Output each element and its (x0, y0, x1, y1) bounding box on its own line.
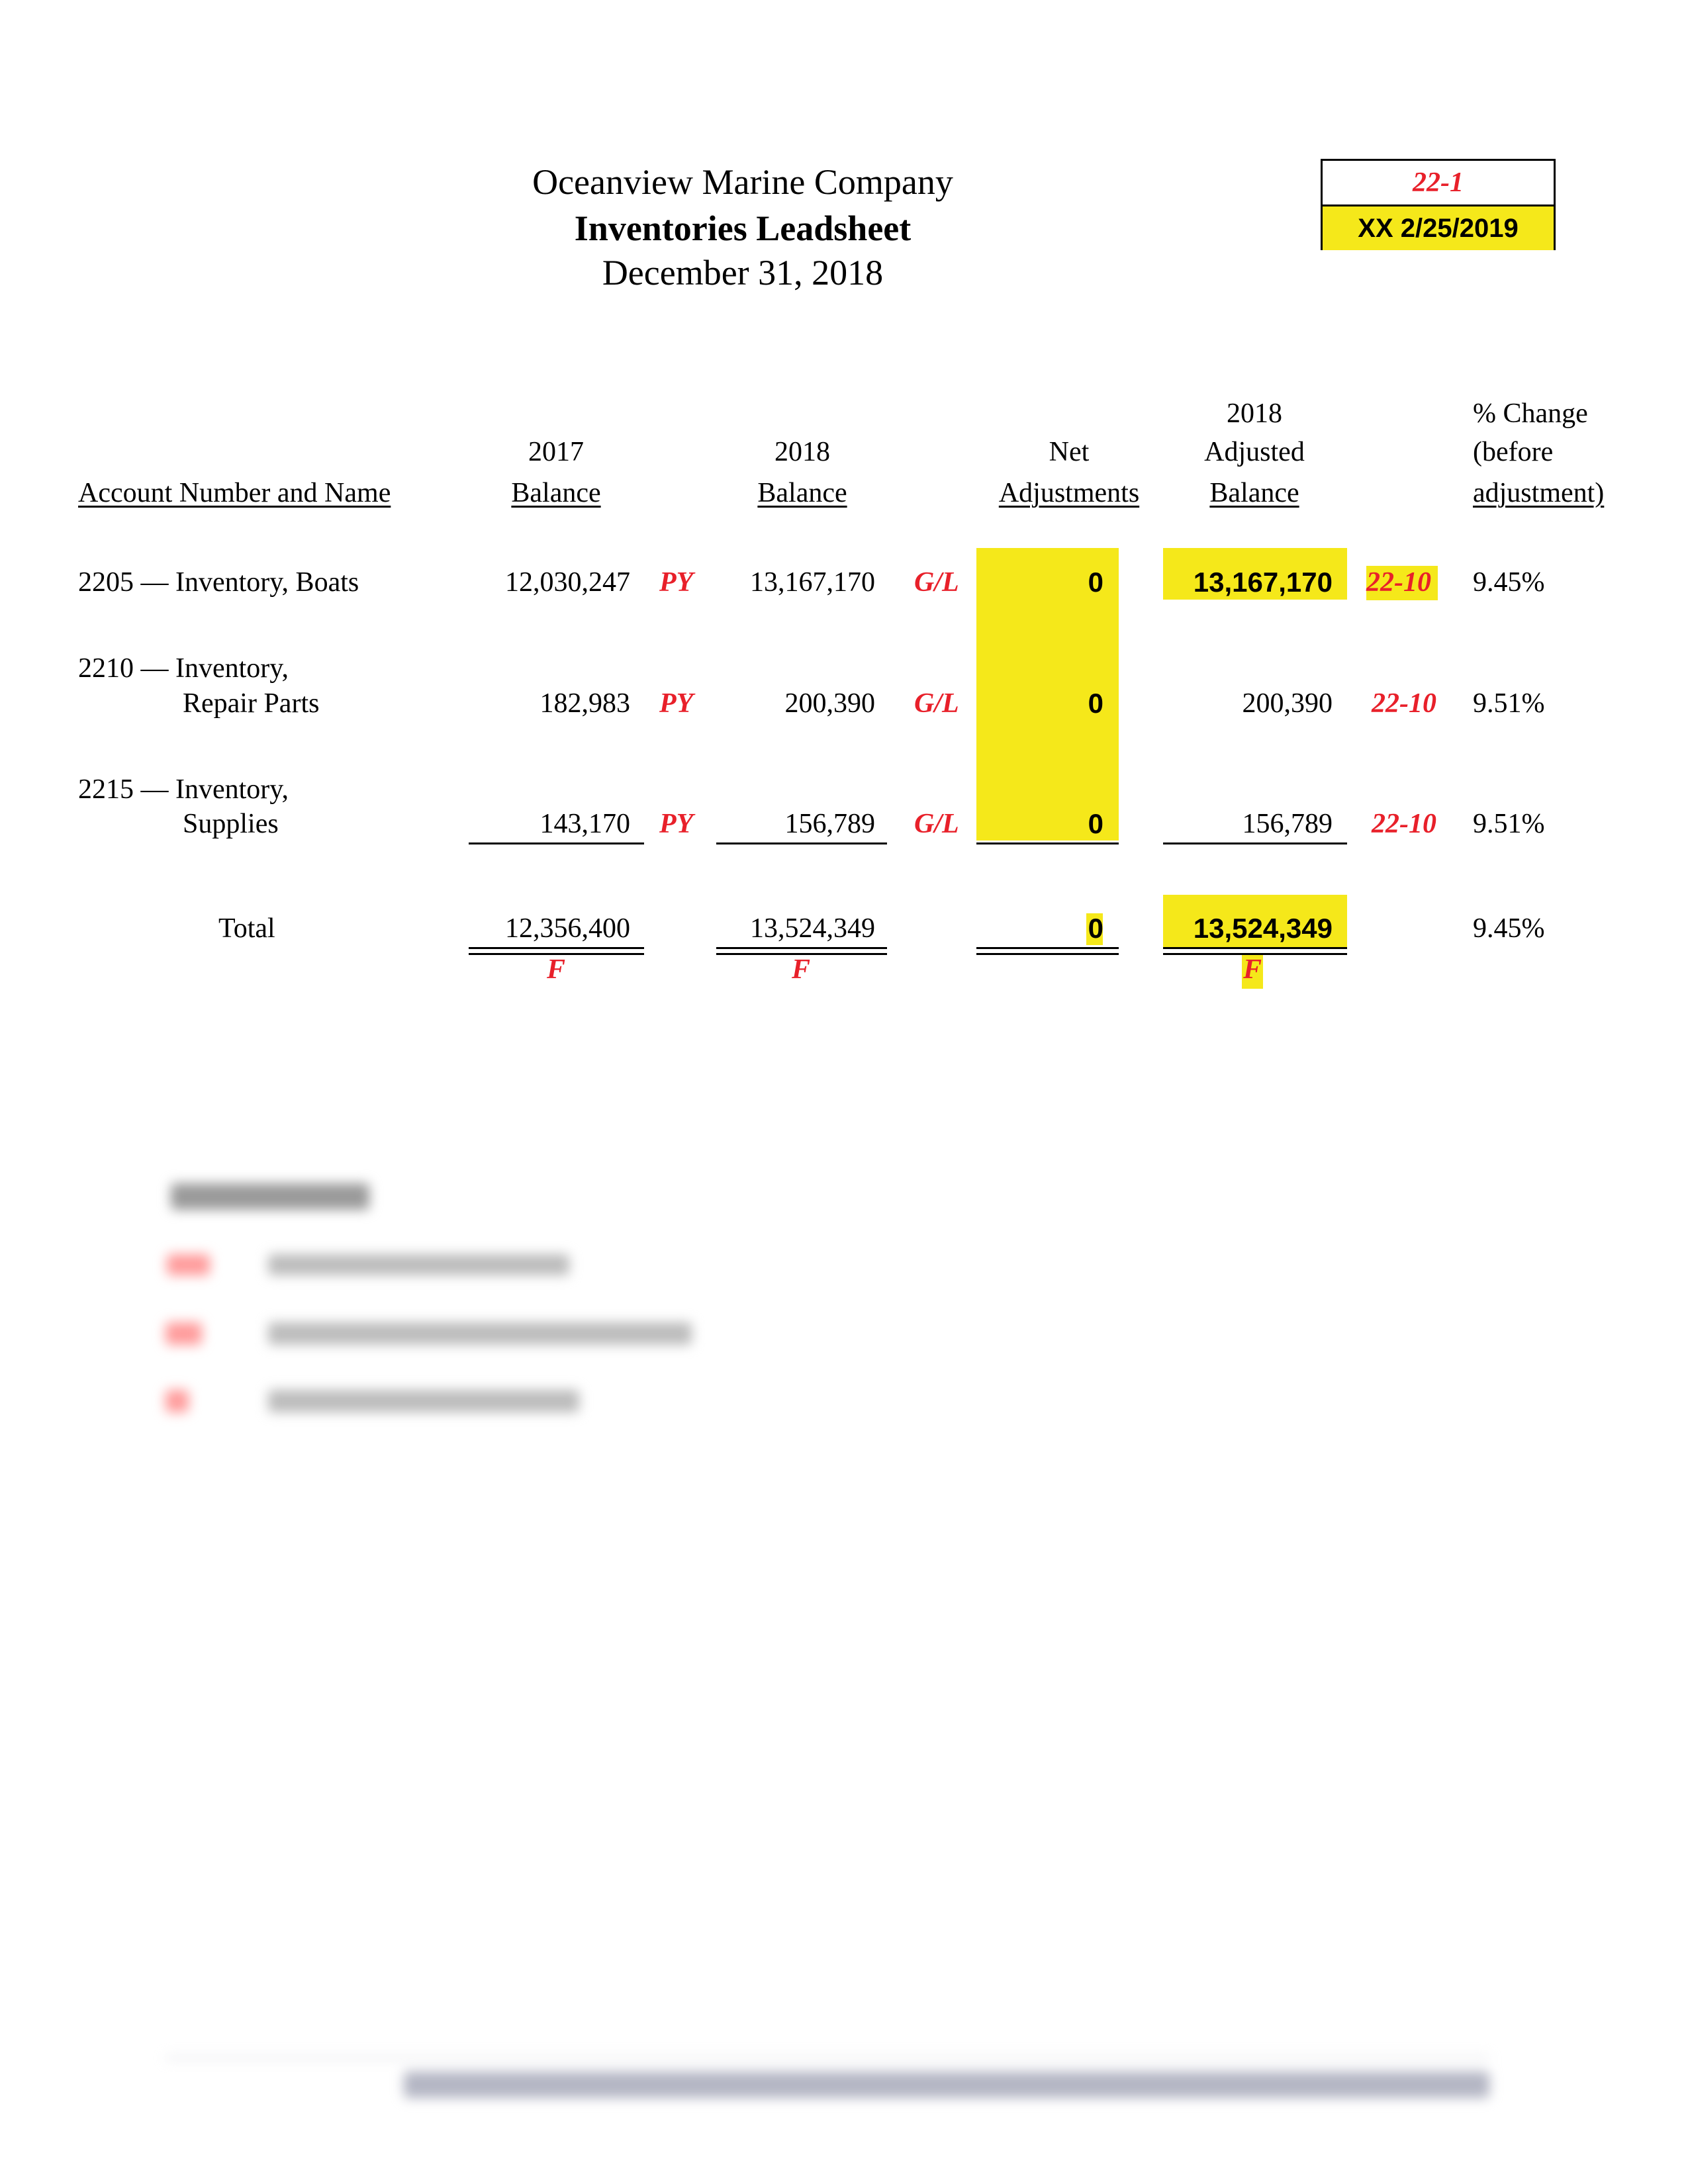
header-adj-balance: Balance (1165, 477, 1344, 510)
legend-text-placeholder (268, 1390, 579, 1412)
total-pct-change: 9.45% (1473, 913, 1545, 944)
header-pct-adjustment-text: adjustment) (1473, 478, 1605, 508)
header-net: Net (1049, 437, 1090, 467)
legend-symbol-placeholder (165, 1322, 202, 1345)
pct-change: 9.51% (1473, 809, 1545, 839)
tickmark-footed-adj: F (1243, 954, 1262, 985)
legend-text-placeholder (268, 1322, 692, 1345)
workpaper-ref-link: 22-10 (1366, 567, 1431, 598)
adjusted-balance: 156,789 (1242, 809, 1333, 839)
total-net-adjustment: 0 (1088, 913, 1103, 944)
header-adjusted: Adjusted (1204, 437, 1305, 467)
workpaper-ref-link: 22-10 (1372, 809, 1436, 839)
net-adjustment: 0 (1088, 688, 1103, 719)
rule-net-adj (976, 842, 1119, 844)
header-pct-adjustment: adjustment) (1473, 477, 1609, 510)
net-adjustment: 0 (1088, 808, 1103, 839)
header-pct-before: (before (1473, 437, 1554, 467)
tickmark-gl: G/L (914, 567, 959, 598)
pct-change: 9.51% (1473, 688, 1545, 719)
legend-title-placeholder (171, 1183, 369, 1210)
header-adjustments: Adjustments (973, 477, 1165, 510)
workpaper-reference-box: 22-1 XX 2/25/2019 (1321, 159, 1556, 250)
workpaper-ref: 22-1 (1323, 161, 1554, 206)
tickmark-gl: G/L (914, 688, 959, 719)
footer-text-placeholder (404, 2071, 1489, 2098)
rule-adj-bal (1163, 842, 1347, 844)
preparer-signoff: XX 2/25/2019 (1323, 206, 1554, 250)
header-adjustments-text: Adjustments (998, 478, 1140, 508)
tickmark-gl: G/L (914, 809, 959, 839)
net-adjustment: 0 (1088, 567, 1103, 598)
workpaper-ref-link: 22-10 (1372, 688, 1436, 719)
header-pct-change: % Change (1473, 398, 1588, 429)
footer-rule (165, 2057, 1489, 2059)
header-adj-year: 2018 (1227, 398, 1282, 429)
double-rule-net-adj (976, 947, 1119, 955)
legend-text-placeholder (268, 1254, 569, 1275)
adjusted-balance: 200,390 (1242, 688, 1333, 719)
pct-change: 9.45% (1473, 567, 1545, 598)
adjusted-balance: 13,167,170 (1193, 567, 1333, 598)
legend-symbol-placeholder (165, 1390, 189, 1412)
page-footer-blurred (0, 1985, 1688, 2184)
header-adj-balance-text: Balance (1209, 478, 1299, 508)
total-adjusted-balance: 13,524,349 (1193, 913, 1333, 944)
tickmark-legend-blurred (0, 0, 794, 1456)
legend-symbol-placeholder (167, 1254, 210, 1275)
